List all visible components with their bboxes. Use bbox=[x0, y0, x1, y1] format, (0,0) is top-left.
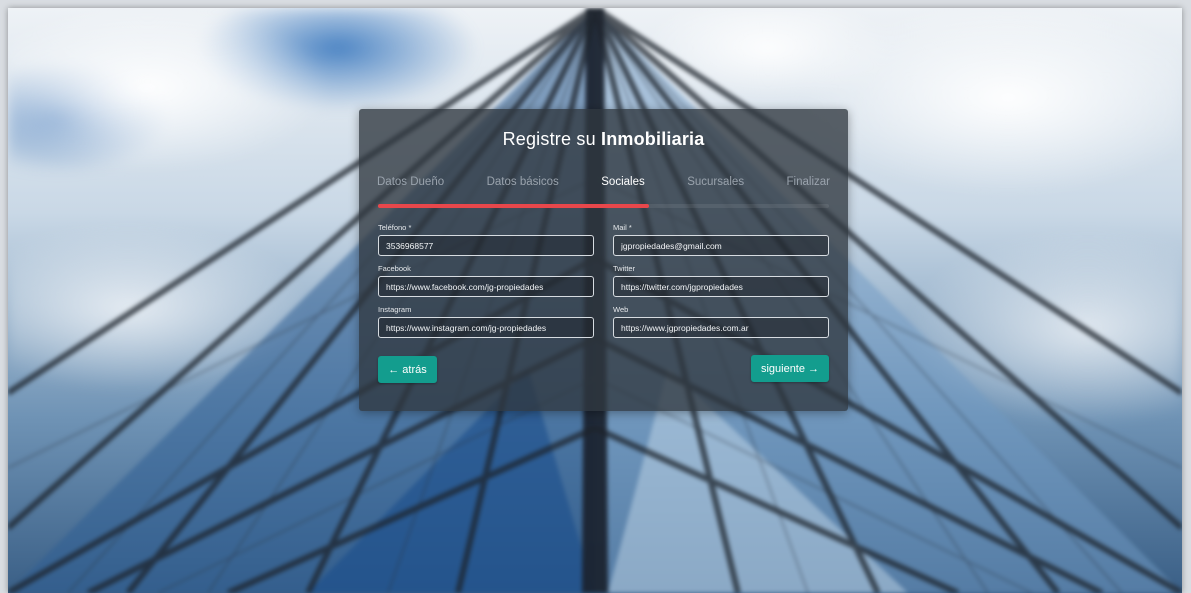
step-sociales[interactable]: Sociales bbox=[597, 176, 648, 188]
step-datos-dueno[interactable]: Datos Dueño bbox=[373, 176, 448, 188]
registration-card: Registre su Inmobiliaria Datos Dueño Dat… bbox=[359, 109, 848, 411]
page-background: Registre su Inmobiliaria Datos Dueño Dat… bbox=[8, 8, 1182, 593]
telefono-input[interactable] bbox=[378, 235, 594, 256]
instagram-field-group: Instagram bbox=[378, 305, 594, 338]
step-finalizar[interactable]: Finalizar bbox=[783, 176, 834, 188]
telefono-field-group: Teléfono * bbox=[378, 223, 594, 256]
facebook-field-group: Facebook bbox=[378, 264, 594, 297]
mail-input[interactable] bbox=[613, 235, 829, 256]
wizard-progress-bar bbox=[378, 204, 829, 208]
form-title: Registre su Inmobiliaria bbox=[359, 129, 848, 150]
twitter-input[interactable] bbox=[613, 276, 829, 297]
next-button[interactable]: siguiente → bbox=[751, 355, 829, 382]
telefono-label: Teléfono * bbox=[378, 223, 412, 232]
instagram-input[interactable] bbox=[378, 317, 594, 338]
twitter-field-group: Twitter bbox=[613, 264, 829, 297]
web-input[interactable] bbox=[613, 317, 829, 338]
mail-field-group: Mail * bbox=[613, 223, 829, 256]
mail-label: Mail * bbox=[613, 223, 632, 232]
facebook-label: Facebook bbox=[378, 264, 411, 273]
wizard-progress-fill bbox=[378, 204, 649, 208]
web-label: Web bbox=[613, 305, 629, 314]
wizard-steps: Datos Dueño Datos básicos Sociales Sucur… bbox=[373, 176, 834, 188]
form-title-prefix: Registre su bbox=[502, 129, 596, 149]
form-title-bold: Inmobiliaria bbox=[601, 129, 705, 149]
step-sucursales[interactable]: Sucursales bbox=[683, 176, 748, 188]
web-field-group: Web bbox=[613, 305, 829, 338]
step-datos-basicos[interactable]: Datos básicos bbox=[483, 176, 563, 188]
back-button[interactable]: ← atrás bbox=[378, 356, 437, 383]
facebook-input[interactable] bbox=[378, 276, 594, 297]
instagram-label: Instagram bbox=[378, 305, 412, 314]
twitter-label: Twitter bbox=[613, 264, 636, 273]
